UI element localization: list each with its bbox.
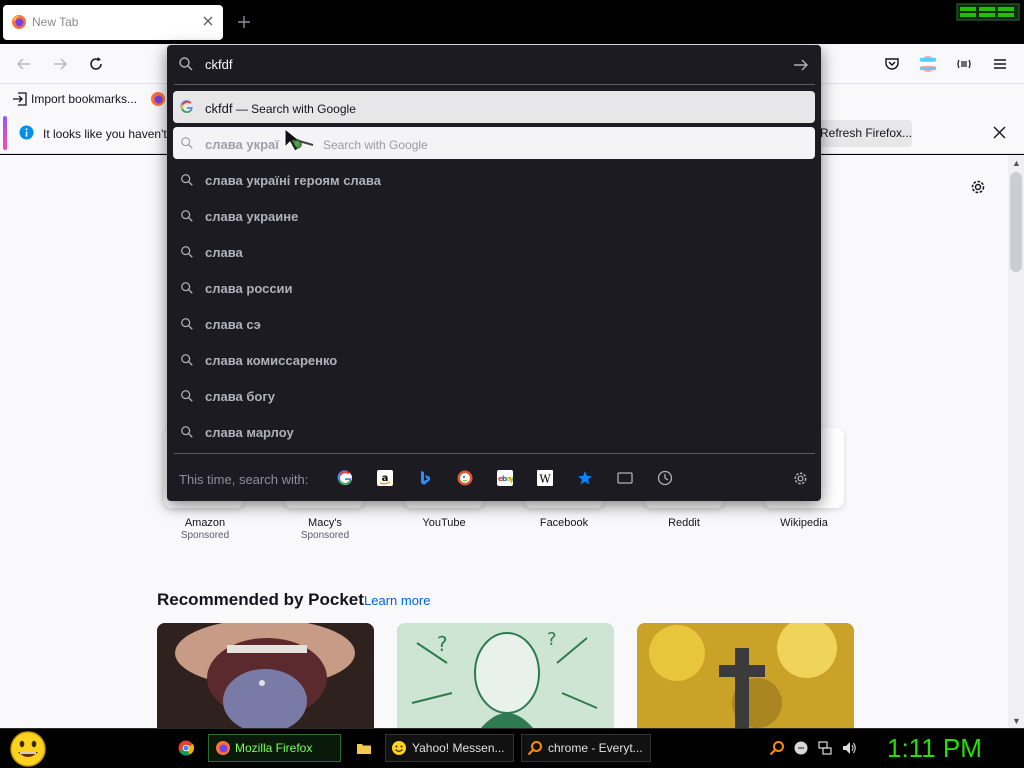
smiley-start-button-icon[interactable] [8,730,48,768]
go-arrow-icon[interactable] [792,57,809,73]
import-bookmarks-link[interactable]: Import bookmarks... [31,92,137,106]
chrome-icon[interactable] [178,740,194,756]
suggestion-query: ckfdf — Search with Google [205,101,356,116]
pocket-icon[interactable] [883,55,901,73]
suggestion-action: Search with Google [323,138,428,152]
search-icon [181,174,193,186]
search-suggestion-row[interactable]: слава украине [205,209,298,224]
search-icon [181,282,193,294]
back-arrow-icon[interactable] [15,55,33,73]
account-avatar-icon[interactable] [919,55,937,73]
search-icon [181,210,193,222]
learn-more-link[interactable]: Learn more [364,593,430,608]
top-site-label[interactable]: Macy's [265,517,385,529]
folder-icon[interactable] [356,740,372,756]
divider [174,453,815,454]
svg-text:?: ? [437,632,448,656]
firefox-icon [216,741,230,755]
top-site-label[interactable]: Reddit [624,517,744,529]
top-site-label[interactable]: Amazon [145,517,265,529]
system-clock: 1:11 PM [887,733,982,763]
magnifier-icon [527,741,542,756]
volume-icon[interactable] [841,740,857,756]
search-icon [179,57,193,71]
extension-icon[interactable] [955,55,973,73]
network-icon[interactable] [817,740,833,756]
info-icon [19,125,34,140]
history-clock-icon[interactable] [657,470,673,486]
pocket-card-image[interactable] [637,623,854,733]
mouse-cursor-icon [284,127,314,152]
yahoo-messenger-icon [392,741,406,755]
svg-text:a: a [382,473,389,484]
firefox-icon[interactable] [150,91,166,107]
magnifier-icon[interactable] [769,740,785,756]
google-engine-icon[interactable] [337,470,353,486]
divider [174,84,815,85]
search-suggestion-row[interactable]: слава россии [205,281,293,296]
refresh-firefox-button[interactable]: Refresh Firefox... [808,120,912,147]
gear-icon[interactable] [792,470,809,487]
messenger-tray-icon[interactable] [793,740,809,756]
ebay-engine-icon[interactable]: e b a y [497,470,513,486]
hamburger-menu-icon[interactable] [991,55,1009,73]
amazon-engine-icon[interactable]: a [377,470,393,486]
svg-text:W: W [539,473,551,486]
svg-text:?: ? [547,629,557,650]
search-suggestion-row[interactable]: слава [205,245,243,260]
search-suggestion-row[interactable]: слава комиссаренко [205,353,337,368]
pocket-heading: Recommended by Pocket [157,590,364,609]
scroll-down-arrow-icon[interactable]: ▼ [1012,716,1021,726]
pocket-card-photo [157,623,374,733]
suggestion-text: слава украї [205,137,279,152]
top-site-label[interactable]: Wikipedia [744,517,864,529]
reload-icon[interactable] [87,55,105,73]
close-icon[interactable] [992,125,1007,140]
search-icon [181,390,193,402]
top-site-label[interactable]: YouTube [384,517,504,529]
search-icon [181,426,193,438]
tab-new-tab[interactable]: New Tab [3,5,223,40]
pocket-card-photo [637,623,854,733]
search-icon [181,354,193,366]
gear-icon[interactable] [969,178,987,196]
notification-message: It looks like you haven't [43,127,167,141]
pocket-card-illustration: ? ? [397,623,614,733]
bookmarks-star-icon[interactable] [577,470,593,486]
pocket-card-image[interactable]: ? ? [397,623,614,733]
import-icon [13,92,27,106]
tabs-icon[interactable] [617,470,633,486]
sponsored-label: Sponsored [180,530,230,541]
sponsored-label: Sponsored [300,530,350,541]
google-icon [180,100,193,113]
pocket-card-image[interactable] [157,623,374,733]
network-meter-icon [956,3,1020,21]
search-suggestion-row[interactable]: слава сэ [205,317,261,332]
duckduckgo-engine-icon[interactable] [457,470,473,486]
tab-title: New Tab [32,15,79,29]
notification-accent [3,116,7,150]
new-tab-plus-icon[interactable] [236,14,252,30]
search-suggestion-row[interactable]: слава україні героям слава [205,173,381,188]
wikipedia-engine-icon[interactable]: W [537,470,553,486]
search-icon [181,246,193,258]
top-site-label[interactable]: Facebook [504,517,624,529]
firefox-icon [12,15,26,29]
search-icon [181,137,193,149]
scrollbar-thumb[interactable] [1010,172,1022,272]
svg-text:y: y [510,475,514,483]
urlbar-input[interactable]: ckfdf [205,57,232,72]
forward-arrow-icon[interactable] [51,55,69,73]
close-tab-icon[interactable] [201,14,215,28]
search-suggestion-row[interactable]: слава богу [205,389,275,404]
scroll-up-arrow-icon[interactable]: ▲ [1012,158,1021,168]
one-off-search-label: This time, search with: [179,472,309,487]
search-icon [181,318,193,330]
search-suggestion-row[interactable]: слава марлоу [205,425,294,440]
bing-engine-icon[interactable] [417,470,433,486]
